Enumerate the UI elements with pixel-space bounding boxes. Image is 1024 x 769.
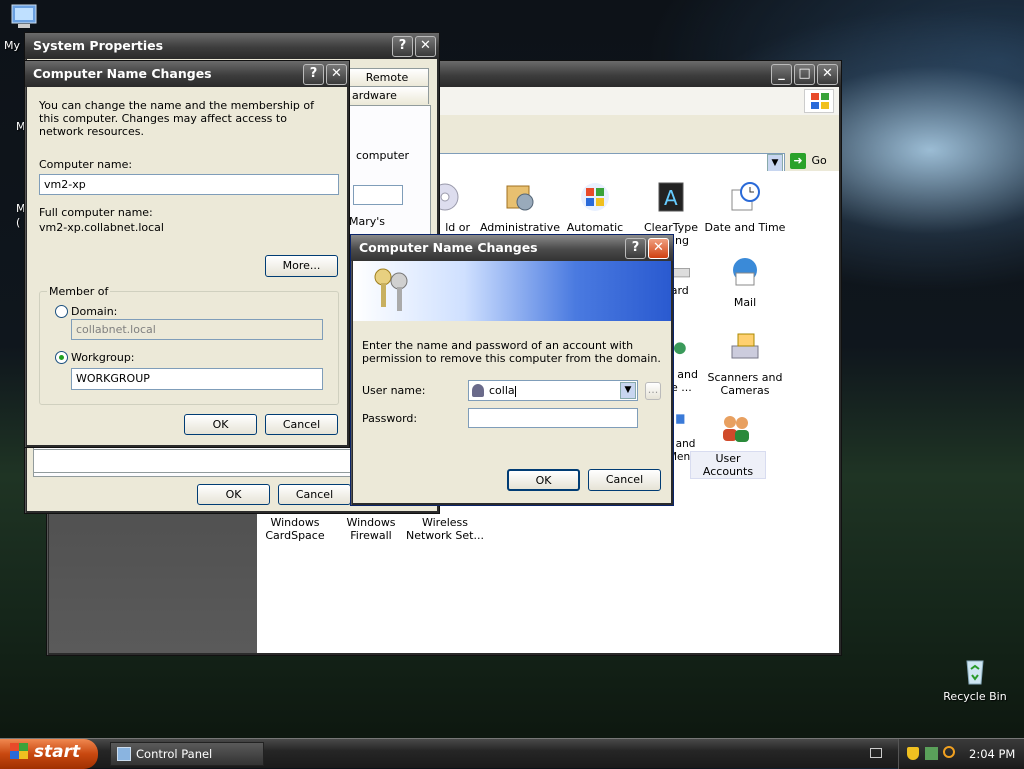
credentials-prompt: Enter the name and password of an accoun… (362, 339, 661, 365)
name-changes-titlebar[interactable]: Computer Name Changes (25, 61, 349, 87)
network-icon[interactable] (925, 747, 938, 760)
start-label: start (33, 742, 81, 762)
control-panel-icon (117, 747, 131, 761)
globe-icon (674, 342, 686, 355)
recycle-bin-icon (966, 660, 984, 685)
ok-button[interactable]: OK (184, 414, 257, 435)
cp-item-scanners-cameras[interactable]: Scanners and Cameras (704, 330, 786, 397)
address-dropdown-button[interactable]: ▼ (767, 154, 783, 172)
password-label: Password: (362, 412, 418, 425)
domain-label: Domain: (71, 305, 118, 318)
keyboard-indicator-icon[interactable] (870, 748, 882, 758)
name-changes-body: You can change the name and the membersh… (27, 87, 347, 445)
computer-name-changes-window: Computer Name Changes ? ✕ You can change… (24, 60, 350, 448)
computer-name-label: Computer name: (39, 158, 133, 171)
credentials-window: Computer Name Changes ? ✕ Enter the name… (350, 234, 674, 506)
mary-fragment: Mary's (349, 215, 386, 228)
window-title: System Properties (33, 38, 164, 53)
tab-remote[interactable]: Remote (345, 68, 429, 86)
cp-item-cardspace[interactable]: Windows CardSpace (254, 516, 336, 542)
address-input[interactable] (429, 153, 785, 173)
credentials-banner (353, 261, 671, 321)
cp-item-mail[interactable]: Mail (704, 255, 786, 309)
scanner-icon (731, 333, 759, 359)
go-button[interactable]: ➜ Go (790, 153, 834, 173)
chevron-down-icon[interactable]: ▼ (620, 382, 636, 399)
ok-button[interactable]: OK (507, 469, 580, 491)
windows-update-icon (581, 183, 609, 211)
desktop-icon-label: Recycle Bin (943, 690, 1007, 703)
help-button[interactable]: ? (392, 36, 413, 57)
taskbar-item-control-panel[interactable]: Control Panel (110, 742, 264, 766)
full-name-value: vm2-xp.collabnet.local (39, 221, 164, 234)
go-arrow-icon: ➜ (790, 153, 806, 169)
user-name-value: colla (489, 384, 515, 397)
windows-flag-icon (804, 89, 834, 113)
ok-button[interactable]: OK (197, 484, 270, 505)
system-tray: 2:04 PM (898, 739, 1024, 769)
window-title: Computer Name Changes (359, 240, 538, 255)
description-field-fragment (353, 185, 403, 205)
windows-logo-icon (10, 743, 28, 759)
workgroup-label: Workgroup: (71, 351, 135, 364)
cp-item-user-accounts[interactable]: User Accounts (690, 412, 766, 479)
keys-icon (374, 268, 408, 311)
domain-radio[interactable] (55, 305, 68, 318)
desktop-icon-recycle-bin[interactable]: Recycle Bin (940, 655, 1010, 703)
cancel-button[interactable]: Cancel (265, 414, 338, 435)
password-input[interactable] (468, 408, 638, 428)
cleartype-icon: A (658, 182, 684, 212)
close-button[interactable]: ✕ (326, 64, 347, 85)
desktop-left-label-3: ( (16, 216, 21, 229)
computer-fragment: computer (356, 149, 410, 162)
workgroup-input[interactable]: WORKGROUP (71, 368, 323, 390)
full-name-label: Full computer name: (39, 206, 153, 219)
user-icon (472, 384, 484, 397)
admin-tools-icon (506, 185, 534, 211)
cancel-button[interactable]: Cancel (588, 469, 661, 491)
help-button[interactable]: ? (625, 238, 646, 259)
svg-text:A: A (664, 186, 678, 210)
users-icon (723, 416, 749, 442)
close-button[interactable]: ✕ (817, 64, 838, 85)
user-name-label: User name: (362, 384, 426, 397)
clock-icon (731, 182, 760, 211)
maximize-button[interactable]: □ (794, 64, 815, 85)
more-button[interactable]: More... (265, 255, 338, 277)
user-name-combobox[interactable]: colla ▼ (468, 380, 638, 401)
close-button[interactable]: ✕ (648, 238, 669, 259)
window-title: Computer Name Changes (33, 66, 212, 81)
mail-icon (733, 258, 757, 286)
intro-text: You can change the name and the membersh… (39, 99, 314, 138)
cp-item-date-time[interactable]: Date and Time (704, 180, 786, 234)
taskbar: start Control Panel 2:04 PM (0, 738, 1024, 769)
task-label: Control Panel (136, 747, 213, 761)
minimize-button[interactable]: _ (771, 64, 792, 85)
member-of-label: Member of (47, 285, 111, 298)
cp-item-wireless[interactable]: Wireless Network Set... (404, 516, 486, 542)
security-shield-icon[interactable] (907, 747, 919, 760)
computer-name-input[interactable]: vm2-xp (39, 174, 339, 195)
cp-item-firewall[interactable]: Windows Firewall (330, 516, 412, 542)
clock: 2:04 PM (969, 747, 1016, 761)
start-button[interactable]: start (0, 739, 98, 769)
tab-hardware[interactable]: ardware (345, 86, 429, 104)
browse-button: ... (645, 382, 661, 400)
credentials-body: Enter the name and password of an accoun… (353, 321, 671, 503)
close-button[interactable]: ✕ (415, 36, 436, 57)
go-label: Go (811, 154, 827, 167)
domain-input: collabnet.local (71, 319, 323, 340)
system-properties-titlebar[interactable]: System Properties (25, 33, 439, 59)
help-button[interactable]: ? (303, 64, 324, 85)
computer-icon (11, 4, 37, 28)
bottom-field-fragment (33, 449, 353, 473)
search-icon[interactable] (943, 746, 955, 758)
cancel-button[interactable]: Cancel (278, 484, 351, 505)
workgroup-radio[interactable] (55, 351, 68, 364)
